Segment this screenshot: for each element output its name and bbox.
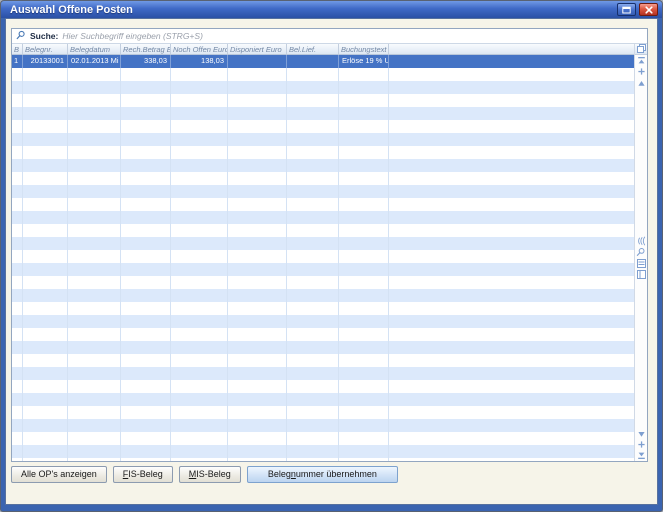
column-header-belegnr[interactable]: Belegnr. — [23, 44, 68, 55]
grid-body: B Belegnr. Belegdatum Rech.Betrag Euro N… — [12, 44, 647, 461]
split-box-icon — [637, 266, 646, 284]
cell-buchungstext: Erlöse 19 % USt — [339, 55, 389, 68]
scrollbar-rail[interactable] — [634, 44, 647, 461]
cell-filler — [389, 55, 634, 68]
search-label: Suche: — [30, 31, 58, 41]
take-belegnummer-button[interactable]: Belegnummer übernehmen — [247, 466, 398, 483]
button-label-post: IS-Beleg — [128, 469, 163, 479]
cell-bellief — [287, 55, 339, 68]
button-label: Alle OP's anzeigen — [21, 469, 97, 479]
window-restore-icon — [622, 1, 631, 19]
column-header-rechbetrag[interactable]: Rech.Betrag Euro — [121, 44, 171, 55]
button-label-post: ummer übernehmen — [296, 469, 377, 479]
titlebar[interactable]: Auswahl Offene Posten — [1, 1, 662, 18]
cell-disponiert — [228, 55, 287, 68]
column-header-disponiert[interactable]: Disponiert Euro — [228, 44, 287, 55]
window-frame: Suche: Hier Suchbegriff eingeben (STRG+S… — [1, 18, 662, 511]
fis-beleg-button[interactable]: FIS-Beleg — [113, 466, 173, 483]
search-input[interactable]: Hier Suchbegriff eingeben (STRG+S) — [62, 31, 203, 41]
empty-rows-area[interactable] — [12, 68, 634, 461]
footer-button-bar: Alle OP's anzeigen FIS-Beleg MIS-Beleg B… — [11, 466, 648, 483]
column-header-filler — [389, 44, 634, 55]
window-title: Auswahl Offene Posten — [10, 4, 617, 16]
window-controls — [617, 3, 658, 16]
open-items-grid-panel: Suche: Hier Suchbegriff eingeben (STRG+S… — [11, 28, 648, 462]
close-button[interactable] — [639, 3, 658, 16]
client-area: Suche: Hier Suchbegriff eingeben (STRG+S… — [5, 18, 658, 505]
scroll-bottom-button[interactable] — [636, 450, 647, 461]
restore-button[interactable] — [617, 3, 636, 16]
cell-nochoffen: 138,03 — [171, 55, 228, 68]
show-all-ops-button[interactable]: Alle OP's anzeigen — [11, 466, 107, 483]
column-header-belegdatum[interactable]: Belegdatum — [68, 44, 121, 55]
mis-beleg-button[interactable]: MIS-Beleg — [179, 466, 241, 483]
search-icon — [16, 28, 26, 45]
button-label: Beleg — [268, 469, 291, 479]
cell-rechbetrag: 338,03 — [121, 55, 171, 68]
scroll-up-button[interactable] — [636, 77, 647, 88]
cell-belegnr: 20133001 — [23, 55, 68, 68]
grid-header-row: B Belegnr. Belegdatum Rech.Betrag Euro N… — [12, 44, 634, 55]
column-header-nochoffen[interactable]: Noch Offen Euro — [171, 44, 228, 55]
button-label-post: IS-Beleg — [196, 469, 231, 479]
cell-belegdatum: 02.01.2013 Mi — [68, 55, 121, 68]
column-header-bellief[interactable]: Bel.Lief. — [287, 44, 339, 55]
column-header-indicator[interactable]: B — [12, 44, 23, 55]
grid-columns-area: B Belegnr. Belegdatum Rech.Betrag Euro N… — [12, 44, 634, 461]
column-header-buchungstext[interactable]: Buchungstext — [339, 44, 389, 55]
scroll-bottom-icon — [637, 447, 646, 462]
table-row-selected[interactable]: 1 20133001 02.01.2013 Mi 338,03 138,03 E… — [12, 55, 634, 68]
dialog-window: Auswahl Offene Posten Suche: — [0, 0, 663, 512]
row-indicator: 1 — [12, 55, 23, 68]
close-icon — [645, 1, 653, 19]
search-bar[interactable]: Suche: Hier Suchbegriff eingeben (STRG+S… — [12, 29, 647, 44]
up-arrow-icon — [637, 74, 646, 92]
rail-panel-button[interactable] — [636, 269, 647, 280]
